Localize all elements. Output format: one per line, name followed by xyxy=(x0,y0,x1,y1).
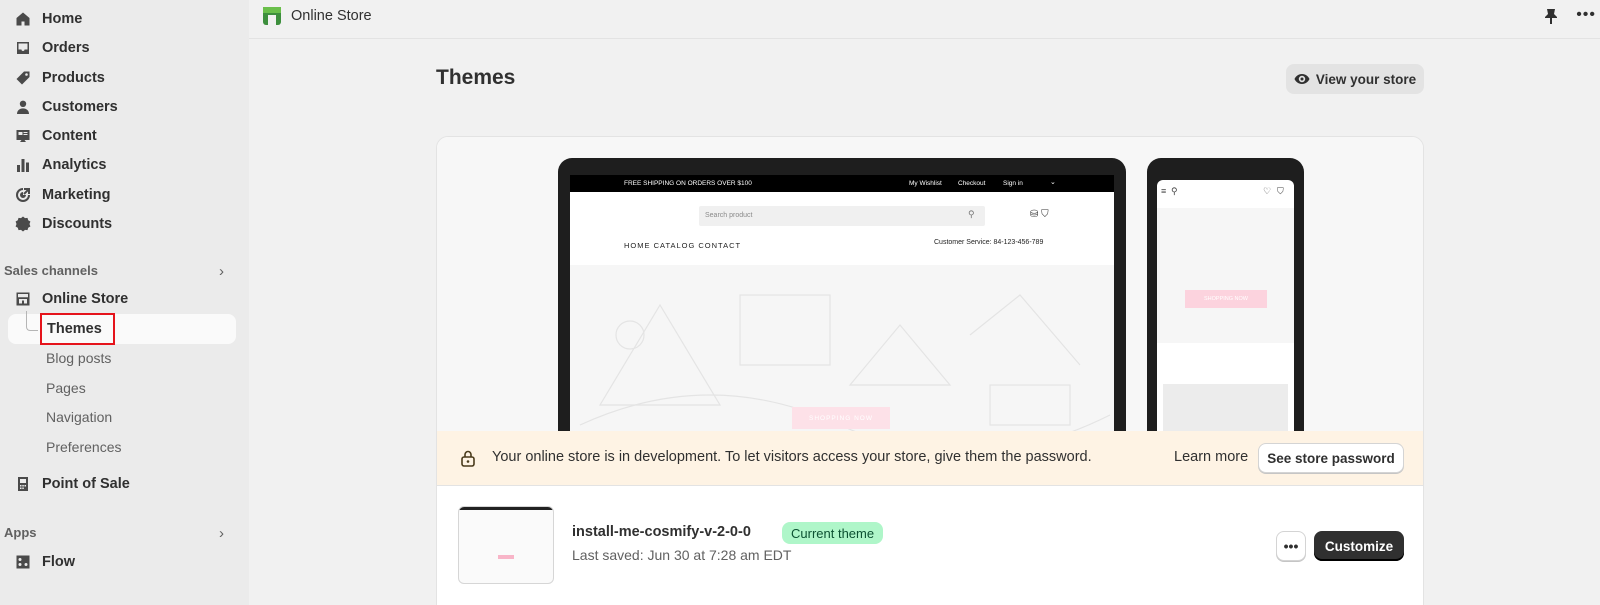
top-bar-title: Online Store xyxy=(291,8,372,24)
sidebar-item-customers[interactable]: Customers xyxy=(14,93,118,121)
sidebar-item-products[interactable]: Products xyxy=(14,64,105,92)
phone-preview: ≡ ⚲ ♡ ⛉ SHOPPING NOW xyxy=(1147,158,1304,433)
sidebar-item-home[interactable]: Home xyxy=(14,5,82,33)
pin-icon[interactable] xyxy=(1544,8,1558,28)
chevron-down-icon: ⌄ xyxy=(1050,179,1056,186)
inbox-icon xyxy=(14,39,32,57)
sidebar-item-blog-posts[interactable]: Blog posts xyxy=(46,350,111,366)
store-announcement-bar: FREE SHIPPING ON ORDERS OVER $100 My Wis… xyxy=(570,175,1114,192)
laptop-screen: FREE SHIPPING ON ORDERS OVER $100 My Wis… xyxy=(570,175,1114,433)
eye-icon xyxy=(1294,74,1310,84)
see-store-password-button[interactable]: See store password xyxy=(1258,443,1404,473)
bag-icon: ⛉ xyxy=(1277,186,1284,196)
sidebar-item-label: Online Store xyxy=(42,291,129,307)
development-message: Your online store is in development. To … xyxy=(492,449,1092,465)
menu-icon: ≡ xyxy=(1161,186,1167,196)
development-banner: Your online store is in development. To … xyxy=(437,431,1423,485)
sidebar-item-label: Orders xyxy=(42,40,90,56)
chevron-right-icon[interactable]: › xyxy=(219,525,224,542)
laptop-preview: FREE SHIPPING ON ORDERS OVER $100 My Wis… xyxy=(558,158,1126,433)
phone-screen: ≡ ⚲ ♡ ⛉ SHOPPING NOW xyxy=(1157,180,1294,433)
sidebar-item-label: Products xyxy=(42,70,105,86)
store-icon xyxy=(14,290,32,308)
phone-content-block xyxy=(1163,384,1288,433)
tag-icon xyxy=(14,69,32,87)
sidebar-item-online-store[interactable]: Online Store xyxy=(14,285,128,313)
top-bar: Online Store ••• xyxy=(249,0,1600,39)
sidebar-item-label: Analytics xyxy=(42,157,107,173)
sidebar: Home Orders Products Customers Content A… xyxy=(0,0,249,605)
sidebar-item-themes[interactable]: Themes xyxy=(40,313,115,345)
apps-label: Apps xyxy=(4,525,37,540)
sidebar-item-pages[interactable]: Pages xyxy=(46,380,86,396)
theme-thumbnail[interactable] xyxy=(458,506,554,584)
sidebar-item-label: Marketing xyxy=(42,187,111,203)
chevron-right-icon[interactable]: › xyxy=(219,263,224,280)
more-horizontal-icon[interactable]: ••• xyxy=(1576,6,1596,24)
theme-last-saved: Last saved: Jun 30 at 7:28 am EDT xyxy=(572,547,792,563)
customer-service: Customer Service: 84-123-456-789 xyxy=(934,239,1044,246)
sidebar-item-label: Home xyxy=(42,11,83,27)
lock-icon xyxy=(461,450,475,467)
sidebar-item-discounts[interactable]: Discounts xyxy=(14,210,112,238)
current-theme-row: install-me-cosmify-v-2-0-0 Current theme… xyxy=(437,485,1423,605)
tree-connector xyxy=(26,311,38,331)
search-icon: ⚲ xyxy=(1171,186,1178,196)
signin-link: Sign in xyxy=(1003,180,1023,187)
theme-more-actions-button[interactable]: ••• xyxy=(1276,531,1306,561)
discount-icon xyxy=(14,215,32,233)
phone-header: ≡ ⚲ ♡ ⛉ xyxy=(1157,186,1294,200)
search-icon: ⚲ xyxy=(968,209,975,219)
cart-icon: ⛁ ⛉ xyxy=(1030,209,1049,220)
phone-hero-shop-button: SHOPPING NOW xyxy=(1185,290,1267,308)
content-icon xyxy=(14,127,32,145)
current-theme-badge: Current theme xyxy=(782,522,884,544)
sidebar-item-analytics[interactable]: Analytics xyxy=(14,151,106,179)
sidebar-item-label: Content xyxy=(42,128,97,144)
online-store-logo-icon xyxy=(263,7,281,25)
sales-channels-label: Sales channels xyxy=(4,263,98,278)
store-search: Search product xyxy=(699,206,985,226)
target-icon xyxy=(14,186,32,204)
hero-shop-button: SHOPPING NOW xyxy=(792,407,890,429)
heart-icon: ♡ xyxy=(1263,186,1272,196)
theme-name: install-me-cosmify-v-2-0-0 xyxy=(572,524,751,540)
person-icon xyxy=(14,98,32,116)
sidebar-item-label: Customers xyxy=(42,99,118,115)
page-title: Themes xyxy=(436,66,516,89)
sidebar-item-label: Discounts xyxy=(42,216,113,232)
shipping-text: FREE SHIPPING ON ORDERS OVER $100 xyxy=(624,180,752,187)
view-store-label: View your store xyxy=(1315,71,1417,87)
phone-hero: SHOPPING NOW xyxy=(1157,208,1294,343)
home-icon xyxy=(14,10,32,28)
sidebar-item-preferences[interactable]: Preferences xyxy=(46,439,121,455)
sidebar-item-point-of-sale[interactable]: Point of Sale xyxy=(14,470,130,498)
sidebar-item-orders[interactable]: Orders xyxy=(14,34,90,62)
pos-icon xyxy=(14,475,32,493)
store-nav: HOME CATALOG CONTACT xyxy=(624,241,742,250)
store-hero: SHOPPING NOW xyxy=(570,265,1114,433)
wishlist-link: My Wishlist xyxy=(909,180,942,187)
sidebar-item-label: Point of Sale xyxy=(42,476,130,492)
sidebar-item-label: Flow xyxy=(42,554,76,570)
customize-button[interactable]: Customize xyxy=(1314,531,1404,561)
bar-chart-icon xyxy=(14,156,32,174)
flow-icon xyxy=(14,553,32,571)
sidebar-item-navigation[interactable]: Navigation xyxy=(46,409,112,425)
sidebar-item-content[interactable]: Content xyxy=(14,122,97,150)
checkout-link: Checkout xyxy=(958,180,986,187)
learn-more-link[interactable]: Learn more xyxy=(1174,449,1248,465)
sidebar-item-marketing[interactable]: Marketing xyxy=(14,181,111,209)
theme-preview: FREE SHIPPING ON ORDERS OVER $100 My Wis… xyxy=(437,137,1423,433)
sidebar-item-flow[interactable]: Flow xyxy=(14,548,75,576)
theme-card: FREE SHIPPING ON ORDERS OVER $100 My Wis… xyxy=(436,136,1424,605)
view-store-button[interactable]: View your store xyxy=(1286,64,1424,94)
